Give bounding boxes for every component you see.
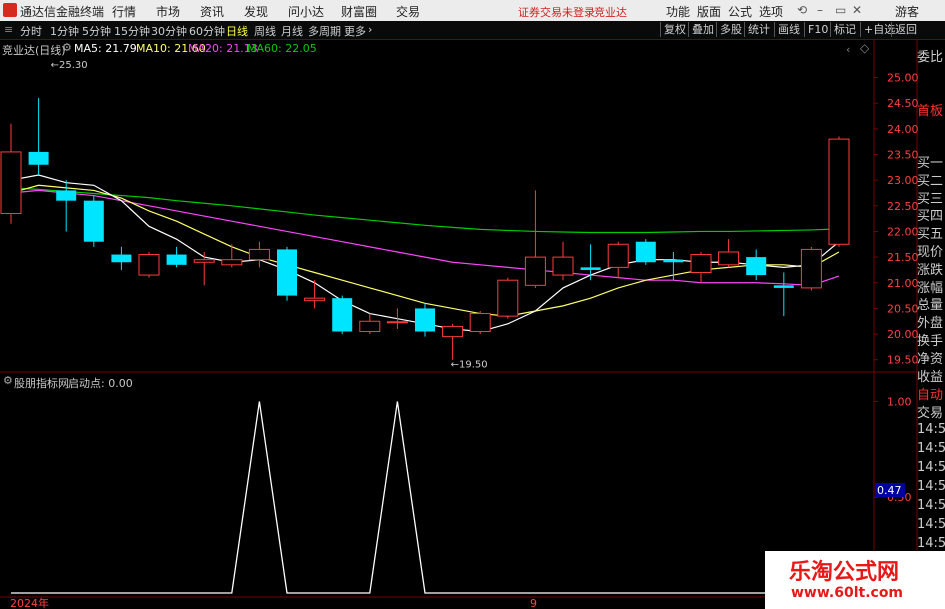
price-tick-label: 20.50 [887, 302, 919, 315]
quote-label: 外盘 [917, 316, 944, 332]
quote-label: 买三 [917, 191, 944, 207]
quote-label: 涨幅 [917, 280, 944, 296]
price-tick-label: 24.50 [887, 97, 919, 110]
kline-chart[interactable]: 25.00 24.50 24.00 23.50 23.00 22.50 22.00 21.50… [0, 0, 945, 609]
candle-body [28, 151, 49, 165]
watermark: 乐淘公式网 www.60lt.com [765, 551, 945, 609]
quote-label: 买四 [917, 209, 944, 225]
watermark-title: 乐淘公式网 [789, 560, 900, 585]
candle-body [415, 308, 435, 332]
candle-body [552, 256, 574, 276]
price-tick-label: 22.00 [887, 225, 919, 238]
candle-body [193, 259, 215, 263]
indicator-line [11, 401, 839, 594]
tick-time: 14:56 [917, 441, 945, 456]
candle-body [304, 297, 326, 302]
quote-label: 换手 [917, 334, 944, 349]
candle-body [111, 254, 132, 263]
max-price-marker: ←25.30 [51, 60, 88, 71]
tick-time: 14:56 [917, 479, 945, 494]
committee-ratio-label: 委比 [917, 50, 944, 65]
candle-body [277, 249, 297, 296]
candle-body [607, 243, 629, 268]
price-tick-label: 19.50 [887, 354, 919, 367]
tick-time: 14:56 [917, 498, 945, 513]
candle-body [0, 151, 22, 214]
tick-time: 14:56 [917, 517, 945, 532]
candle-body [83, 200, 104, 242]
price-tick-label: 23.00 [887, 174, 919, 187]
quote-label: 买五 [917, 227, 944, 243]
candle-body [469, 313, 491, 333]
price-tick-label: 21.00 [887, 277, 919, 290]
x-label-year: 2024年 [10, 596, 49, 609]
candle-body [332, 298, 353, 332]
quote-label: 涨跌 [917, 262, 944, 278]
tick-time: 14:55 [917, 422, 945, 437]
quote-label: 收益 [917, 369, 944, 385]
candle-body [497, 279, 519, 317]
price-tick-label: 23.50 [887, 148, 919, 161]
min-price-marker: ←19.50 [451, 360, 488, 371]
candle-body [663, 259, 684, 263]
watermark-url: www.60lt.com [791, 585, 904, 601]
quote-label: 现价 [917, 245, 944, 260]
candle-body [386, 321, 408, 324]
candle-body [248, 248, 270, 261]
price-tick-label: 21.50 [887, 251, 919, 264]
candle-body [221, 259, 243, 266]
quote-label: 净资 [917, 351, 944, 367]
first-board-label: 首板 [917, 104, 944, 119]
candle-body [442, 325, 464, 338]
candle-body [524, 256, 546, 286]
candle-body [690, 254, 712, 274]
candle-body [580, 267, 601, 270]
candle-body [746, 257, 767, 276]
candle-body [635, 241, 656, 263]
x-label-month: 9 [530, 597, 537, 609]
candle-body [828, 138, 850, 245]
candle-body [800, 248, 822, 289]
ma60-line [10, 187, 840, 234]
quote-label: 买一 [917, 156, 944, 171]
candle-body [138, 254, 160, 276]
candle-body [359, 320, 381, 333]
price-tick-label: 20.00 [887, 328, 919, 341]
price-tick-label: 25.00 [887, 72, 919, 85]
trade-label: 交易 [917, 406, 944, 421]
candle-body [773, 285, 794, 288]
indicator-tick-label: 1.00 [887, 395, 912, 408]
candle-body [166, 254, 187, 265]
tick-time: 14:56 [917, 460, 945, 475]
price-tick-label: 24.00 [887, 123, 919, 136]
tick-time: 14:56 [917, 536, 945, 551]
auto-label: 自动 [917, 388, 944, 403]
current-value-label: 0.47 [877, 484, 902, 497]
candle-body [718, 251, 740, 266]
price-tick-label: 22.50 [887, 200, 919, 213]
quote-label: 总量 [917, 298, 944, 314]
quote-label: 买二 [917, 173, 944, 189]
ma10-line [10, 184, 840, 317]
candle-body [56, 190, 77, 201]
